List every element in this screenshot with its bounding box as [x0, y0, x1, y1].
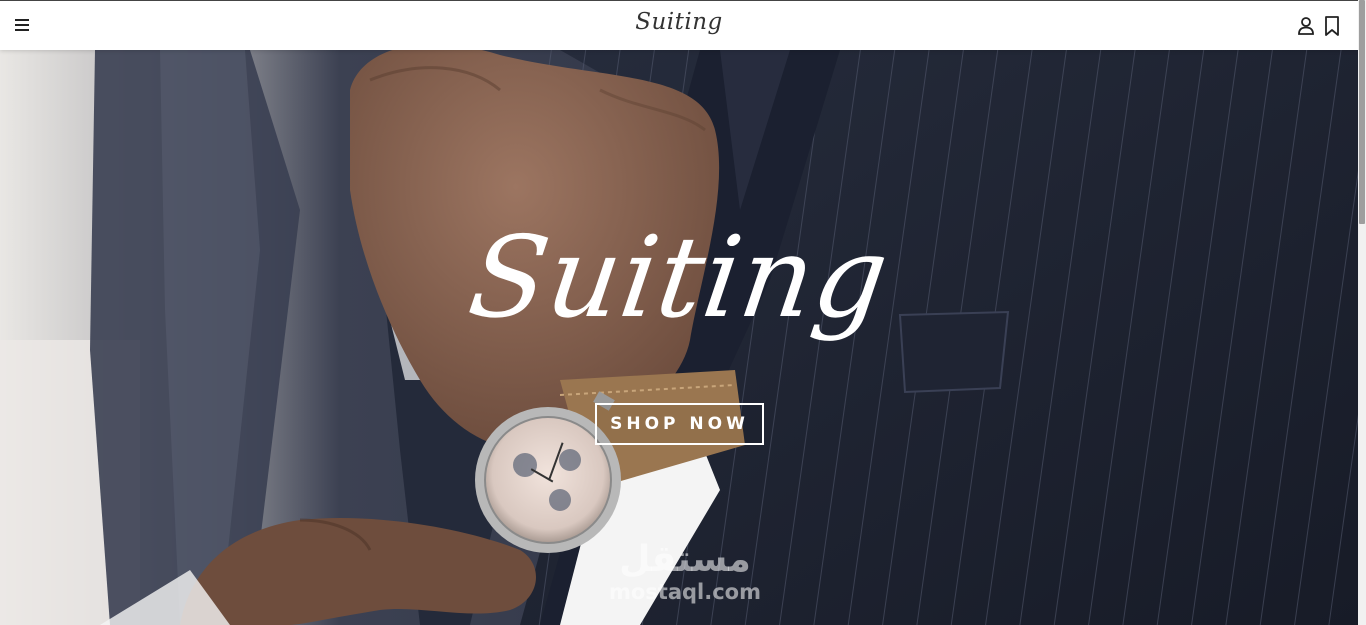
- watermark: مستقل mostaql.com: [600, 539, 770, 605]
- page: Suiting Suiting SHOP NOW مستقل mostaql.c…: [0, 0, 1366, 625]
- shop-now-button[interactable]: SHOP NOW: [595, 403, 764, 445]
- top-navbar: Suiting: [0, 0, 1358, 50]
- scrollbar[interactable]: [1358, 0, 1366, 625]
- user-icon: [1298, 17, 1314, 35]
- scrollbar-thumb[interactable]: [1359, 0, 1365, 224]
- watermark-arabic: مستقل: [619, 539, 751, 580]
- bookmark-icon: [1325, 16, 1339, 36]
- hero-title: Suiting: [461, 213, 897, 343]
- bookmark-button[interactable]: [1322, 15, 1342, 37]
- header-icons: [1296, 15, 1342, 37]
- account-button[interactable]: [1296, 15, 1316, 37]
- header-logo[interactable]: Suiting: [0, 9, 1358, 35]
- hero-banner: Suiting SHOP NOW مستقل mostaql.com: [0, 50, 1358, 625]
- watermark-latin: mostaql.com: [609, 580, 761, 604]
